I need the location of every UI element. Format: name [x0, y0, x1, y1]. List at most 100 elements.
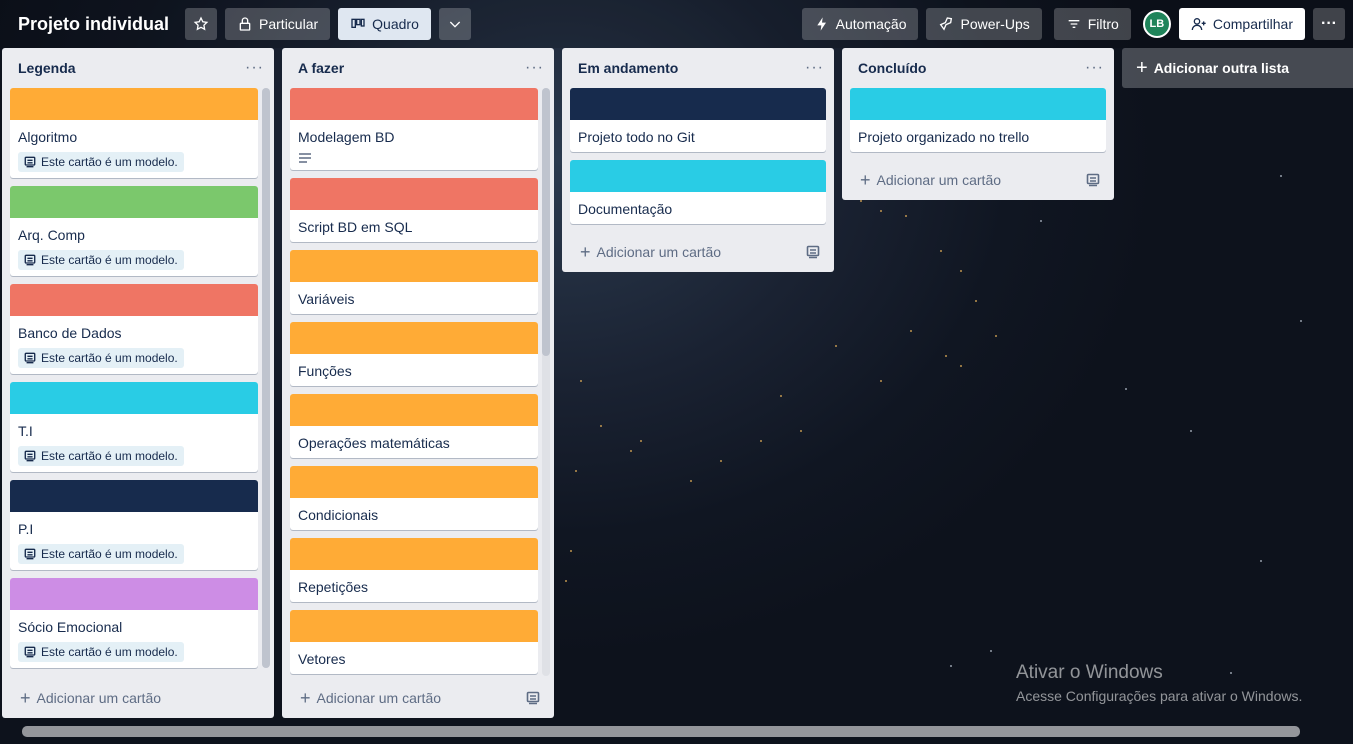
scrollbar-thumb[interactable] [22, 726, 1300, 737]
list-scrollbar[interactable] [262, 88, 270, 668]
card[interactable]: Repetições [290, 538, 538, 602]
card[interactable]: P.I Este cartão é um modelo. [10, 480, 258, 570]
board-view-icon [351, 18, 365, 28]
list-a-fazer: A fazer ··· Modelagem BD Script BD em SQ… [282, 48, 554, 718]
card-title: Repetições [298, 579, 369, 595]
watermark-subtitle: Acesse Configurações para ativar o Windo… [1016, 688, 1303, 704]
create-from-template-icon[interactable] [526, 691, 540, 705]
card[interactable]: Arq. Comp Este cartão é um modelo. [10, 186, 258, 276]
card[interactable]: Documentação [570, 160, 826, 224]
add-list-button[interactable]: + Adicionar outra lista [1122, 48, 1353, 88]
card-cover [10, 284, 258, 316]
more-icon: ··· [1321, 15, 1337, 32]
card-cover [290, 178, 538, 210]
board-horizontal-scrollbar[interactable] [22, 726, 1300, 737]
automation-label: Automação [835, 16, 907, 32]
list-title[interactable]: Em andamento [578, 60, 678, 76]
description-icon [299, 153, 311, 163]
card[interactable]: Condicionais [290, 466, 538, 530]
card-title: T.I [18, 423, 33, 439]
card-title: Sócio Emocional [18, 619, 123, 635]
star-icon [193, 16, 209, 31]
card[interactable]: Projeto todo no Git [570, 88, 826, 152]
board-header: Projeto individual Particular Quadro Aut… [0, 0, 1353, 48]
card[interactable]: Algoritmo Este cartão é um modelo. [10, 88, 258, 178]
list-menu-icon[interactable]: ··· [1085, 60, 1104, 76]
card-scroll-area: Modelagem BD Script BD em SQL Variáveis … [282, 88, 554, 678]
create-from-template-icon[interactable] [806, 245, 820, 259]
card-scroll-area: Algoritmo Este cartão é um modelo. Arq. … [2, 88, 274, 678]
add-card-button[interactable]: + Adicionar um cartão [20, 689, 161, 707]
list-menu-icon[interactable]: ··· [245, 60, 264, 76]
list-title[interactable]: Concluído [858, 60, 926, 76]
card-cover [10, 382, 258, 414]
card-cover [290, 538, 538, 570]
card[interactable]: Banco de Dados Este cartão é um modelo. [10, 284, 258, 374]
add-card-button[interactable]: + Adicionar um cartão [860, 171, 1001, 189]
list-menu-icon[interactable]: ··· [525, 60, 544, 76]
board-view-button[interactable]: Quadro [338, 8, 431, 40]
template-icon [24, 548, 36, 560]
card-cover [290, 610, 538, 642]
template-badge: Este cartão é um modelo. [18, 544, 184, 564]
card[interactable]: Variáveis [290, 250, 538, 314]
card[interactable]: Operações matemáticas [290, 394, 538, 458]
template-badge: Este cartão é um modelo. [18, 250, 184, 270]
list-title[interactable]: Legenda [18, 60, 76, 76]
card[interactable]: Sócio Emocional Este cartão é um modelo. [10, 578, 258, 668]
list-title[interactable]: A fazer [298, 60, 344, 76]
add-card-button[interactable]: + Adicionar um cartão [580, 243, 721, 261]
chevron-down-icon [449, 21, 460, 28]
card[interactable]: Vetores [290, 610, 538, 674]
card-cover [10, 186, 258, 218]
card-title: Script BD em SQL [298, 219, 413, 235]
list-scrollbar[interactable] [542, 88, 550, 676]
template-icon [24, 254, 36, 266]
share-label: Compartilhar [1212, 16, 1293, 32]
card-title: Banco de Dados [18, 325, 122, 341]
card[interactable]: T.I Este cartão é um modelo. [10, 382, 258, 472]
card-cover [10, 88, 258, 120]
card-title: Modelagem BD [298, 129, 395, 145]
card[interactable]: Projeto organizado no trello [850, 88, 1106, 152]
plus-icon: + [860, 170, 871, 190]
plus-icon: + [300, 688, 311, 708]
create-from-template-icon[interactable] [1086, 173, 1100, 187]
card-title: Condicionais [298, 507, 379, 523]
filter-icon [1068, 20, 1080, 28]
list-menu-icon[interactable]: ··· [805, 60, 824, 76]
board-view-label: Quadro [372, 16, 419, 32]
add-card-button[interactable]: + Adicionar um cartão [300, 689, 441, 707]
card-title: Projeto todo no Git [578, 129, 695, 145]
star-button[interactable] [185, 8, 218, 40]
add-person-icon [1191, 18, 1206, 31]
share-button[interactable]: Compartilhar [1178, 8, 1305, 40]
card-cover [290, 394, 538, 426]
card-title: Variáveis [298, 291, 355, 307]
template-icon [24, 156, 36, 168]
card-cover [290, 466, 538, 498]
lightning-icon [816, 17, 826, 31]
visibility-label: Particular [259, 16, 319, 32]
automation-button[interactable]: Automação [801, 8, 919, 40]
card[interactable]: Funções [290, 322, 538, 386]
board-menu-button[interactable]: ··· [1313, 8, 1345, 40]
card-cover [10, 480, 258, 512]
visibility-button[interactable]: Particular [225, 8, 331, 40]
powerups-button[interactable]: Power-Ups [926, 8, 1042, 40]
card-cover [290, 88, 538, 120]
avatar[interactable]: LB [1142, 10, 1171, 38]
list-concluido: Concluído ··· Projeto organizado no trel… [842, 48, 1114, 200]
plus-icon: + [580, 242, 591, 262]
template-badge: Este cartão é um modelo. [18, 642, 184, 662]
card[interactable]: Modelagem BD [290, 88, 538, 170]
filter-button[interactable]: Filtro [1053, 8, 1131, 40]
card[interactable]: Script BD em SQL [290, 178, 538, 242]
rocket-icon [940, 17, 953, 31]
plus-icon: + [1136, 57, 1148, 79]
board-title[interactable]: Projeto individual [18, 14, 169, 35]
card-title: Arq. Comp [18, 227, 85, 243]
view-switcher-button[interactable] [438, 8, 471, 40]
filter-label: Filtro [1087, 16, 1119, 32]
powerups-label: Power-Ups [960, 16, 1030, 32]
